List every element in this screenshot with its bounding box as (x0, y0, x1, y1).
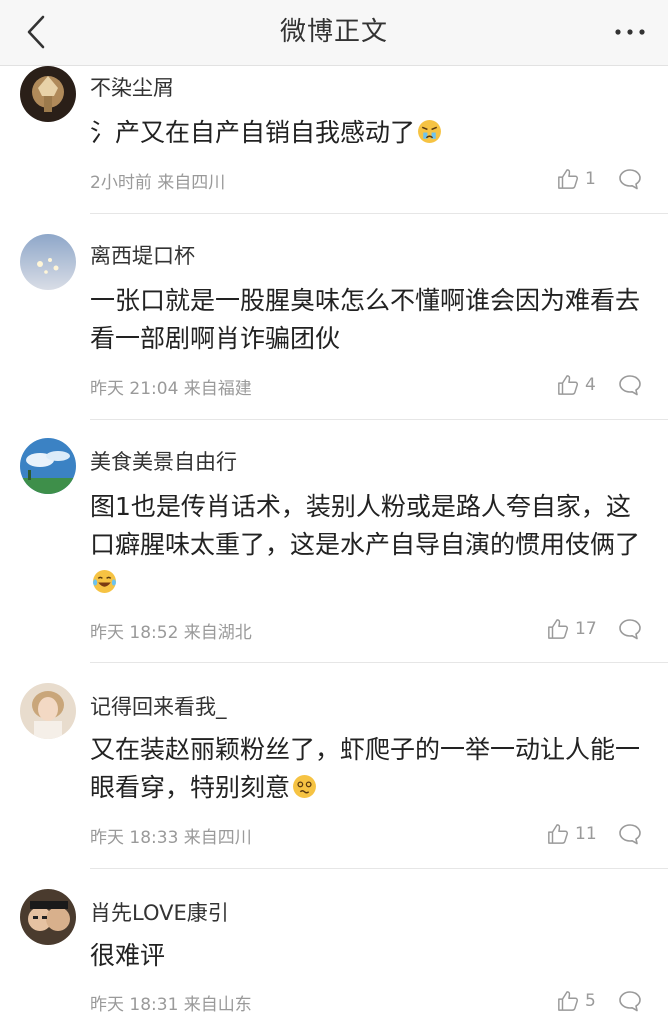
comment-body: 很难评 (90, 941, 166, 970)
like-button[interactable]: 1 (557, 165, 596, 193)
comment-body: 又在装赵丽颖粉丝了，虾爬子的一举一动让人能一眼看穿，特别刻意 (90, 735, 641, 802)
like-button[interactable]: 5 (557, 987, 596, 1015)
avatar[interactable] (20, 889, 76, 945)
avatar[interactable] (20, 683, 76, 739)
thumb-up-icon (558, 375, 579, 395)
username[interactable]: 肖先LOVE康引 (90, 897, 229, 927)
comment-bubble-icon[interactable] (618, 373, 642, 397)
comment-text: 图1也是传肖话术，装别人粉或是路人夸自家，这口癖腥味太重了，这是水产自导自演的惯… (90, 488, 650, 602)
like-count: 17 (575, 619, 597, 639)
thumb-up-icon (558, 991, 579, 1011)
comment-item: 美食美景自由行 图1也是传肖话术，装别人粉或是路人夸自家，这口癖腥味太重了，这是… (0, 420, 668, 663)
comment-item: 记得回来看我_ 又在装赵丽颖粉丝了，虾爬子的一举一动让人能一眼看穿，特别刻意 昨… (0, 663, 668, 869)
pouting-face-emoji (418, 120, 441, 143)
like-button[interactable]: 17 (547, 615, 597, 643)
like-button[interactable]: 4 (557, 371, 596, 399)
avatar[interactable] (20, 66, 76, 122)
comment-item: 不染尘屑 氵产又在自产自销自我感动了 2小时前 来自四川 1 (0, 0, 668, 214)
username[interactable]: 离西堤口杯 (90, 240, 195, 270)
thumb-up-icon (558, 169, 579, 189)
comment-bubble-icon[interactable] (618, 617, 642, 641)
comment-item: 离西堤口杯 一张口就是一股腥臭味怎么不懂啊谁会因为难看去看一部剧啊肖诈骗团伙 昨… (0, 214, 668, 420)
comment-text: 一张口就是一股腥臭味怎么不懂啊谁会因为难看去看一部剧啊肖诈骗团伙 (90, 282, 650, 358)
comment-body: 图1也是传肖话术，装别人粉或是路人夸自家，这口癖腥味太重了，这是水产自导自演的惯… (90, 492, 641, 559)
comment-text: 又在装赵丽颖粉丝了，虾爬子的一举一动让人能一眼看穿，特别刻意 (90, 731, 650, 807)
avatar[interactable] (20, 234, 76, 290)
comment-bubble-icon[interactable] (618, 989, 642, 1013)
like-count: 5 (585, 991, 596, 1011)
username[interactable]: 美食美景自由行 (90, 446, 237, 476)
comment-time-location: 昨天 18:52 来自湖北 (90, 623, 252, 643)
like-count: 4 (585, 375, 596, 395)
comment-item: 肖先LOVE康引 很难评 昨天 18:31 来自山东 5 (0, 869, 668, 1024)
comment-body: 一张口就是一股腥臭味怎么不懂啊谁会因为难看去看一部剧啊肖诈骗团伙 (90, 286, 641, 353)
comment-bubble-icon[interactable] (618, 167, 642, 191)
comment-bubble-icon[interactable] (618, 822, 642, 846)
thumb-up-icon (548, 824, 569, 844)
username[interactable]: 不染尘屑 (90, 72, 174, 102)
comment-text: 很难评 (90, 937, 650, 975)
thumb-up-icon (548, 619, 569, 639)
comment-body: 氵产又在自产自销自我感动了 (90, 118, 416, 147)
avatar[interactable] (20, 438, 76, 494)
like-count: 11 (575, 824, 597, 844)
comment-time-location: 昨天 18:33 来自四川 (90, 828, 252, 848)
like-button[interactable]: 11 (547, 820, 597, 848)
comment-time-location: 2小时前 来自四川 (90, 173, 226, 193)
dizzy-face-emoji (293, 775, 316, 798)
comment-text: 氵产又在自产自销自我感动了 (90, 114, 650, 152)
comment-time-location: 昨天 21:04 来自福建 (90, 379, 252, 399)
username[interactable]: 记得回来看我_ (90, 691, 227, 721)
comment-time-location: 昨天 18:31 来自山东 (90, 995, 252, 1015)
laughing-tears-emoji (93, 570, 116, 593)
like-count: 1 (585, 169, 596, 189)
